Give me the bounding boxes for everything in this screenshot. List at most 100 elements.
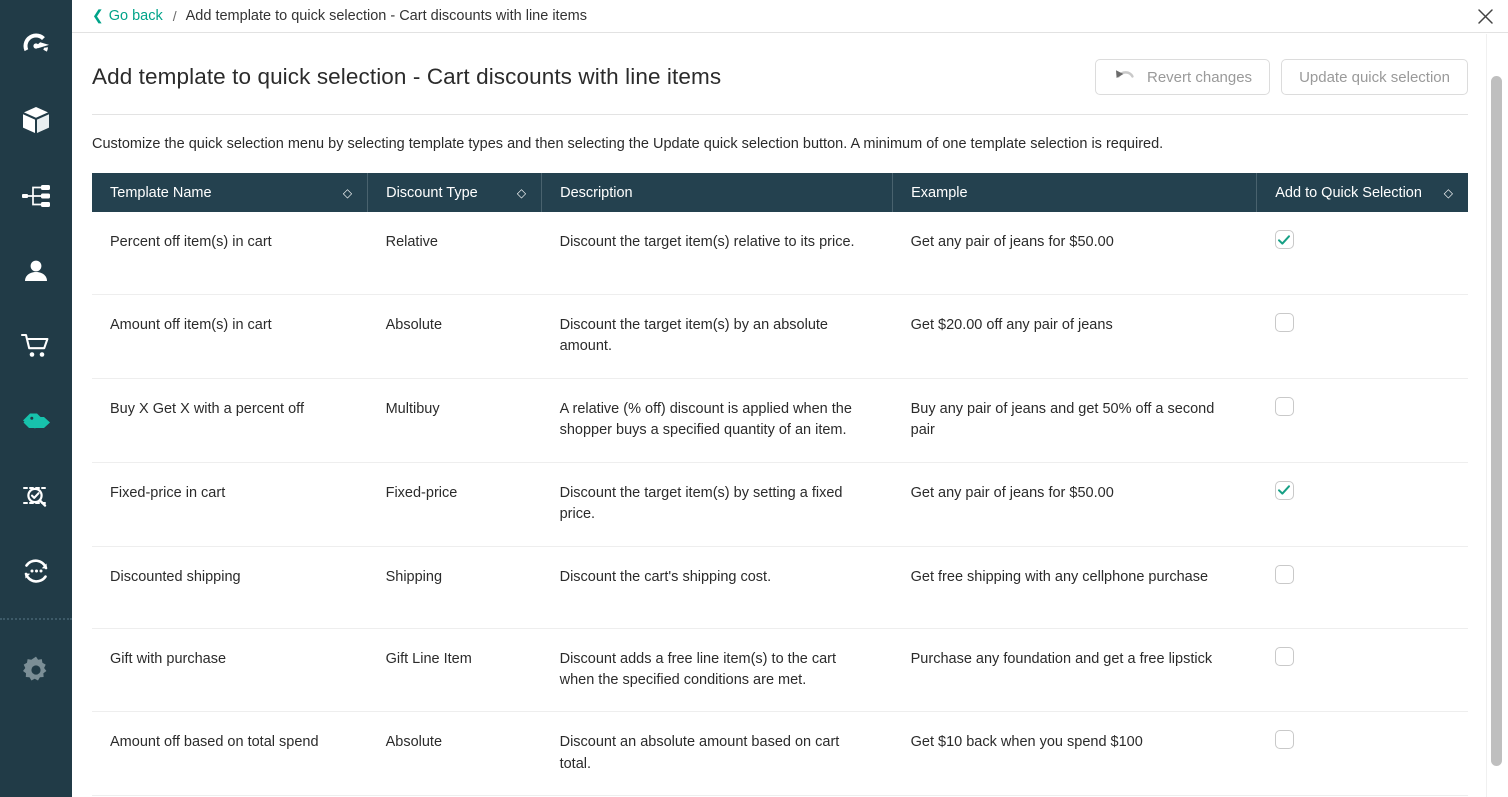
sidebar-item-products[interactable]: [0, 83, 72, 158]
refresh-cycle-icon: [19, 554, 53, 588]
sidebar-divider: [0, 618, 72, 620]
table-header-row: Template Name ◇ Discount Type ◇: [92, 173, 1468, 212]
column-header-discount-type[interactable]: Discount Type ◇: [368, 173, 542, 212]
tags-icon: [19, 404, 53, 438]
table-row: Percent off item(s) in cartRelativeDisco…: [92, 212, 1468, 294]
sidebar-item-orders[interactable]: [0, 308, 72, 383]
column-header-add-to-quick-selection[interactable]: Add to Quick Selection ◇: [1257, 173, 1468, 212]
cell-add-to-quick-selection: [1257, 628, 1468, 712]
cell-description: Discount the cart's shipping cost.: [542, 546, 893, 628]
column-header-example: Example: [893, 173, 1257, 212]
cell-template-name: Fixed-price in cart: [92, 462, 368, 546]
scrollbar-thumb[interactable]: [1491, 76, 1502, 766]
cell-template-name: Amount off based on total spend: [92, 712, 368, 796]
cell-discount-type: Relative: [368, 212, 542, 294]
cell-discount-type: Absolute: [368, 294, 542, 378]
cell-description: Discount the target item(s) by setting a…: [542, 462, 893, 546]
cell-add-to-quick-selection: [1257, 546, 1468, 628]
cell-example: Get any pair of jeans for $50.00: [893, 212, 1257, 294]
intro-text: Customize the quick selection menu by se…: [72, 115, 1486, 154]
close-button[interactable]: [1462, 0, 1508, 33]
quick-selection-checkbox[interactable]: [1275, 565, 1294, 584]
quick-selection-checkbox[interactable]: [1275, 730, 1294, 749]
gear-icon: [19, 653, 53, 687]
quick-selection-checkbox[interactable]: [1275, 313, 1294, 332]
sort-icon[interactable]: ◇: [343, 187, 352, 199]
sort-icon[interactable]: ◇: [1444, 187, 1453, 199]
templates-table-wrap: Template Name ◇ Discount Type ◇: [72, 154, 1486, 796]
hierarchy-icon: [19, 179, 53, 213]
cell-add-to-quick-selection: [1257, 462, 1468, 546]
sort-icon[interactable]: ◇: [517, 187, 526, 199]
column-label: Template Name: [110, 185, 212, 201]
sidebar-item-promotions[interactable]: [0, 383, 72, 458]
column-header-description: Description: [542, 173, 893, 212]
cell-description: A relative (% off) discount is applied w…: [542, 378, 893, 462]
column-label: Description: [560, 185, 633, 201]
cell-discount-type: Shipping: [368, 546, 542, 628]
sidebar-item-pricing[interactable]: [0, 458, 72, 533]
templates-table: Template Name ◇ Discount Type ◇: [92, 173, 1468, 796]
main-panel: ❮ Go back / Add template to quick select…: [72, 0, 1508, 797]
scrollbar-track[interactable]: [1486, 34, 1506, 797]
cell-template-name: Gift with purchase: [92, 628, 368, 712]
sidebar-item-settings[interactable]: [0, 632, 72, 707]
cell-template-name: Percent off item(s) in cart: [92, 212, 368, 294]
column-label: Example: [911, 185, 967, 201]
undo-icon: [1113, 67, 1137, 88]
go-back-label: Go back: [109, 8, 163, 24]
cell-example: Get free shipping with any cellphone pur…: [893, 546, 1257, 628]
cell-template-name: Discounted shipping: [92, 546, 368, 628]
cell-template-name: Amount off item(s) in cart: [92, 294, 368, 378]
cell-description: Discount the target item(s) by an absolu…: [542, 294, 893, 378]
revert-changes-label: Revert changes: [1147, 69, 1252, 86]
cell-discount-type: Absolute: [368, 712, 542, 796]
user-icon: [19, 254, 53, 288]
cell-example: Get $20.00 off any pair of jeans: [893, 294, 1257, 378]
quick-selection-checkbox[interactable]: [1275, 647, 1294, 666]
cell-example: Get any pair of jeans for $50.00: [893, 462, 1257, 546]
table-row: Gift with purchaseGift Line ItemDiscount…: [92, 628, 1468, 712]
cell-add-to-quick-selection: [1257, 378, 1468, 462]
sidebar-item-subscriptions[interactable]: [0, 533, 72, 608]
go-back-link[interactable]: ❮ Go back: [92, 8, 163, 24]
header-actions: Revert changes Update quick selection: [1095, 59, 1468, 95]
cell-description: Discount adds a free line item(s) to the…: [542, 628, 893, 712]
cart-icon: [19, 329, 53, 363]
column-label: Discount Type: [386, 185, 478, 201]
update-quick-selection-label: Update quick selection: [1299, 69, 1450, 86]
cell-example: Purchase any foundation and get a free l…: [893, 628, 1257, 712]
table-body: Percent off item(s) in cartRelativeDisco…: [92, 212, 1468, 796]
sidebar-item-catalog-structure[interactable]: [0, 158, 72, 233]
cell-example: Get $10 back when you spend $100: [893, 712, 1257, 796]
table-row: Amount off based on total spendAbsoluteD…: [92, 712, 1468, 796]
sidebar-item-dashboard[interactable]: [0, 8, 72, 83]
package-icon: [19, 104, 53, 138]
cell-example: Buy any pair of jeans and get 50% off a …: [893, 378, 1257, 462]
column-label: Add to Quick Selection: [1275, 185, 1422, 201]
dashboard-icon: [19, 29, 53, 63]
quick-selection-checkbox[interactable]: [1275, 230, 1294, 249]
breadcrumb-separator: /: [173, 8, 177, 24]
cell-discount-type: Gift Line Item: [368, 628, 542, 712]
quick-selection-checkbox[interactable]: [1275, 481, 1294, 500]
table-row: Buy X Get X with a percent offMultibuyA …: [92, 378, 1468, 462]
table-header: Template Name ◇ Discount Type ◇: [92, 173, 1468, 212]
close-icon: [1477, 8, 1494, 25]
page-title: Add template to quick selection - Cart d…: [92, 64, 721, 90]
table-row: Amount off item(s) in cartAbsoluteDiscou…: [92, 294, 1468, 378]
quick-selection-checkbox[interactable]: [1275, 397, 1294, 416]
checkmark-icon: [1277, 483, 1291, 497]
update-quick-selection-button[interactable]: Update quick selection: [1281, 59, 1468, 95]
table-row: Fixed-price in cartFixed-priceDiscount t…: [92, 462, 1468, 546]
cell-add-to-quick-selection: [1257, 212, 1468, 294]
page-header: Add template to quick selection - Cart d…: [72, 33, 1486, 95]
chevron-left-icon: ❮: [92, 8, 104, 22]
revert-changes-button[interactable]: Revert changes: [1095, 59, 1270, 95]
table-row: Discounted shippingShippingDiscount the …: [92, 546, 1468, 628]
left-nav-sidebar: [0, 0, 72, 797]
breadcrumb: ❮ Go back / Add template to quick select…: [72, 0, 1508, 33]
cell-add-to-quick-selection: [1257, 712, 1468, 796]
sidebar-item-customers[interactable]: [0, 233, 72, 308]
column-header-template-name[interactable]: Template Name ◇: [92, 173, 368, 212]
